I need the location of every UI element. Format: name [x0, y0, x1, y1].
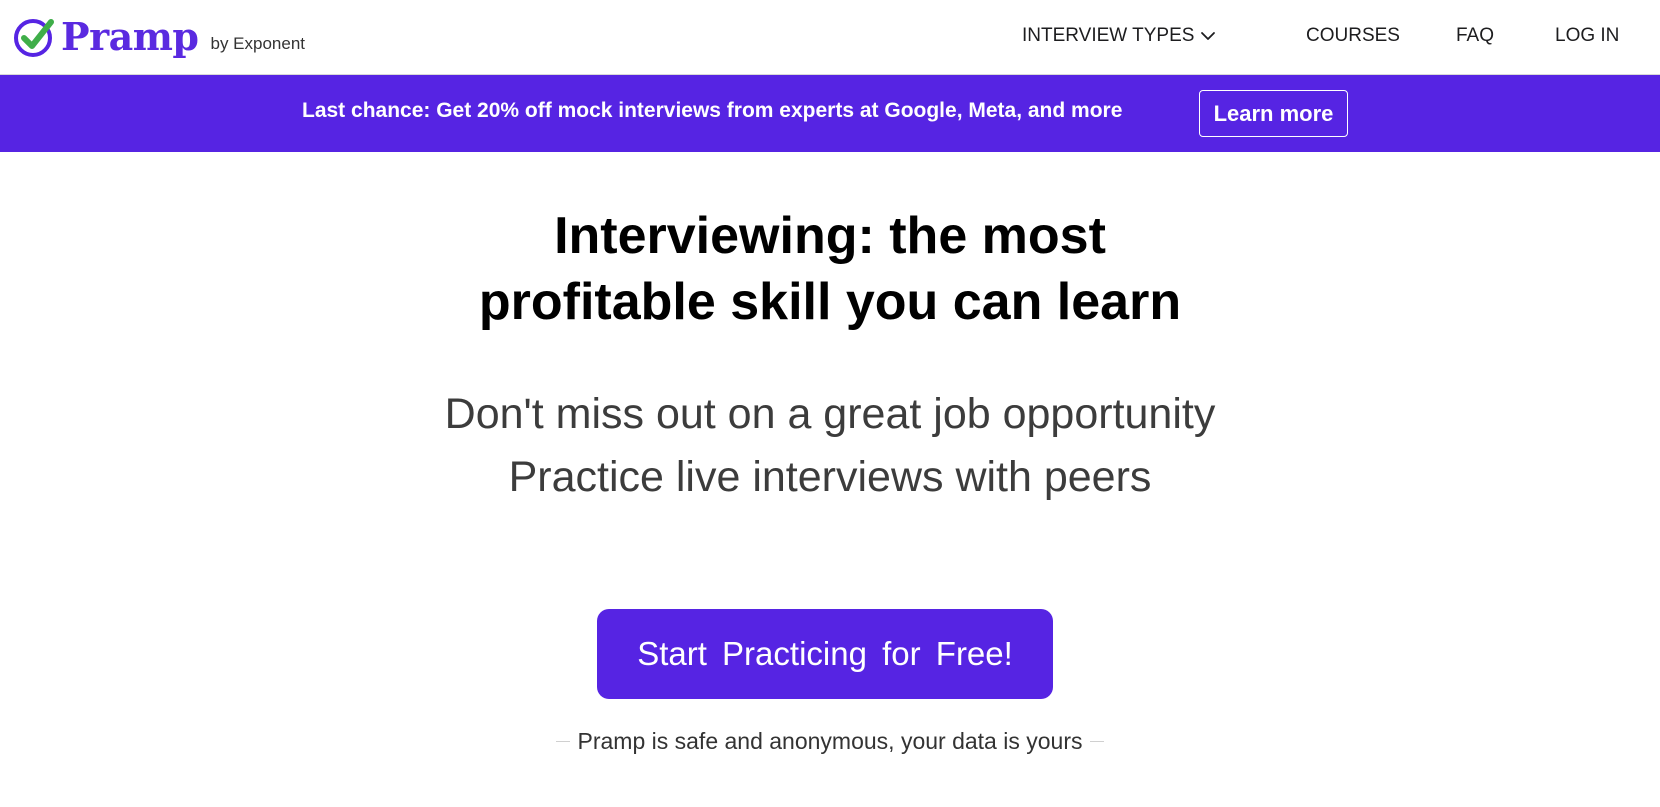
logo-byline: by Exponent [210, 34, 306, 53]
divider [555, 741, 570, 742]
page-title: Interviewing: the most profitable skill … [0, 203, 1660, 335]
nav-login[interactable]: LOG IN [1555, 25, 1619, 47]
hero-subtitle-line-2: Practice live interviews with peers [508, 453, 1152, 501]
divider [1090, 741, 1105, 742]
site-header: Pramp by Exponent INTERVIEW TYPES COURSE… [0, 0, 1660, 75]
chevron-down-icon [1201, 32, 1216, 40]
learn-more-button[interactable]: Learn more [1199, 90, 1348, 137]
privacy-note-text: Pramp is safe and anonymous, your data i… [577, 728, 1083, 754]
nav-interview-types[interactable]: INTERVIEW TYPES [1022, 25, 1216, 47]
privacy-note: Pramp is safe and anonymous, your data i… [0, 728, 1660, 755]
promo-banner: Last chance: Get 20% off mock interviews… [0, 75, 1660, 152]
page-title-line-2: profitable skill you can learn [478, 273, 1182, 331]
promo-banner-text: Last chance: Get 20% off mock interviews… [302, 99, 1123, 122]
page-title-line-1: Interviewing: the most [554, 207, 1106, 265]
pramp-logo[interactable]: Pramp by Exponent [13, 14, 305, 60]
nav-faq[interactable]: FAQ [1456, 25, 1494, 47]
logo-wordmark: Pramp [61, 14, 199, 59]
nav-interview-types-label: INTERVIEW TYPES [1022, 25, 1195, 46]
hero-subtitle: Don't miss out on a great job opportunit… [0, 383, 1660, 509]
check-circle-icon [14, 19, 54, 57]
hero-subtitle-line-1: Don't miss out on a great job opportunit… [444, 390, 1216, 438]
start-practicing-button[interactable]: Start Practicing for Free! [597, 609, 1053, 699]
nav-courses[interactable]: COURSES [1306, 25, 1400, 47]
